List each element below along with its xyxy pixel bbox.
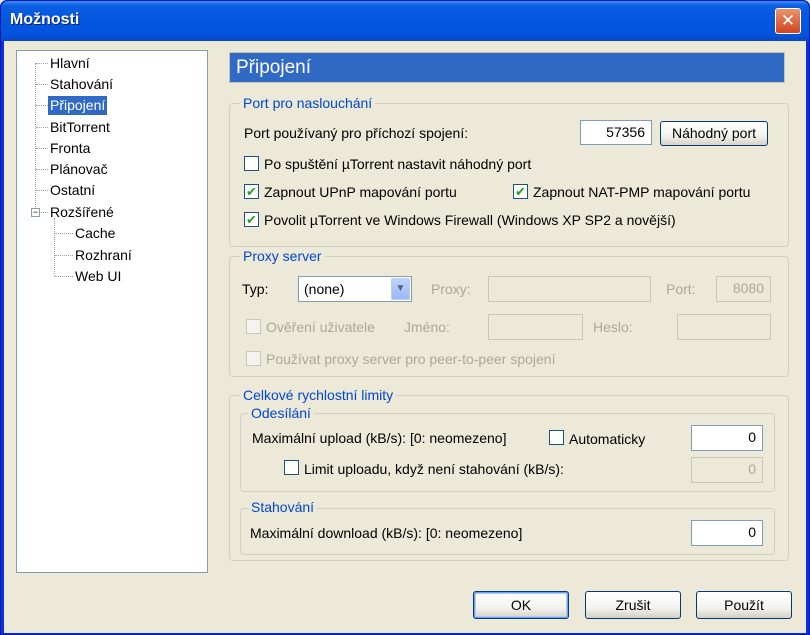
tree-line [55,255,73,256]
tree-line [36,127,48,128]
proxy-type-select[interactable]: (none) ▼ [298,276,412,302]
tree-item-stahovani[interactable]: Stahování [48,75,115,94]
tree-line [55,276,73,277]
close-button[interactable]: ✕ [775,8,801,34]
tree-line [36,105,48,106]
apply-button[interactable]: Použít [696,591,792,619]
port-label: Port používaný pro příchozí spojení: [244,125,469,141]
window-title: Možnosti [10,11,80,28]
tree-item-rozhrani[interactable]: Rozhraní [73,246,134,265]
limit-no-download-input[interactable]: 0 [691,457,763,483]
natpmp-label[interactable]: Zapnout NAT-PMP mapování portu [533,184,750,200]
limit-no-download-checkbox[interactable] [284,460,299,475]
chevron-down-icon[interactable]: ▼ [391,278,410,300]
tree-item-fronta[interactable]: Fronta [48,139,92,158]
tree-item-web-ui[interactable]: Web UI [73,267,123,286]
tree-item-rozsirene[interactable]: Rozšířené [48,203,116,222]
proxy-host-input[interactable] [488,276,651,302]
upload-group-label: Odesílání [248,405,314,421]
category-tree: − Hlavní Stahování Připojení BitTorrent … [16,50,208,573]
auto-upload-checkbox[interactable] [549,430,564,445]
tree-line [36,148,48,149]
collapse-icon[interactable]: − [31,208,40,217]
page-title: Připojení [236,57,311,78]
options-dialog: Možnosti ✕ − Hlavní Stahování Připojení … [0,0,810,635]
proxy-username-label: Jméno: [404,319,450,335]
proxy-type-value: (none) [304,281,345,297]
random-port-button[interactable]: Náhodný port [660,121,768,146]
tree-line [36,169,48,170]
proxy-group-label: Proxy server [240,248,325,264]
proxy-p2p-label[interactable]: Používat proxy server pro peer-to-peer s… [266,351,555,367]
ok-button[interactable]: OK [473,591,569,619]
proxy-type-label: Typ: [242,281,269,297]
firewall-label[interactable]: Povolit µTorrent ve Windows Firewall (Wi… [264,212,676,228]
title-bar[interactable]: Možnosti ✕ [1,1,809,41]
proxy-port-label: Port: [666,281,696,297]
limit-no-download-label[interactable]: Limit uploadu, když není stahování (kB/s… [304,461,564,477]
proxy-password-input[interactable] [677,314,771,340]
proxy-port-input[interactable]: 8080 [716,276,771,302]
auto-upload-label[interactable]: Automaticky [569,431,645,447]
upnp-checkbox[interactable]: ✔ [244,184,259,199]
cancel-button[interactable]: Zrušit [585,591,681,619]
natpmp-checkbox[interactable]: ✔ [513,184,528,199]
proxy-p2p-checkbox[interactable] [246,351,261,366]
firewall-checkbox[interactable]: ✔ [244,212,259,227]
tree-line [36,190,48,191]
tree-item-ostatni[interactable]: Ostatní [48,181,97,200]
tree-line [36,63,48,64]
close-icon: ✕ [780,11,796,30]
random-port-start-checkbox[interactable] [244,156,259,171]
upload-limit-label: Maximální upload (kB/s): [0: neomezeno] [252,430,507,446]
port-input[interactable]: 57356 [580,120,652,145]
upnp-label[interactable]: Zapnout UPnP mapování portu [264,184,457,200]
speed-limits-group-label: Celkové rychlostní limity [240,387,397,403]
download-limit-label: Maximální download (kB/s): [0: neomezeno… [250,525,523,541]
upload-limit-input[interactable]: 0 [691,425,763,451]
proxy-host-label: Proxy: [431,281,471,297]
tree-item-bittorrent[interactable]: BitTorrent [48,118,112,137]
page-header: Připojení [229,52,785,83]
tree-item-pripojeni[interactable]: Připojení [48,96,108,115]
download-group-label: Stahování [248,499,318,515]
tree-line [41,212,48,213]
tree-line [36,84,48,85]
dialog-client: − Hlavní Stahování Připojení BitTorrent … [4,41,806,633]
tree-line [54,218,55,276]
tree-item-planovac[interactable]: Plánovač [48,160,110,179]
tree-line [55,233,73,234]
download-limit-input[interactable]: 0 [691,520,763,546]
random-port-start-label[interactable]: Po spuštění µTorrent nastavit náhodný po… [264,156,531,172]
proxy-auth-checkbox[interactable] [246,319,261,334]
tree-item-cache[interactable]: Cache [73,224,117,243]
proxy-password-label: Heslo: [593,319,633,335]
proxy-auth-label[interactable]: Ověření uživatele [266,319,375,335]
tree-item-hlavni[interactable]: Hlavní [48,54,92,73]
proxy-username-input[interactable] [488,314,583,340]
listen-port-group-label: Port pro naslouchání [240,95,376,111]
